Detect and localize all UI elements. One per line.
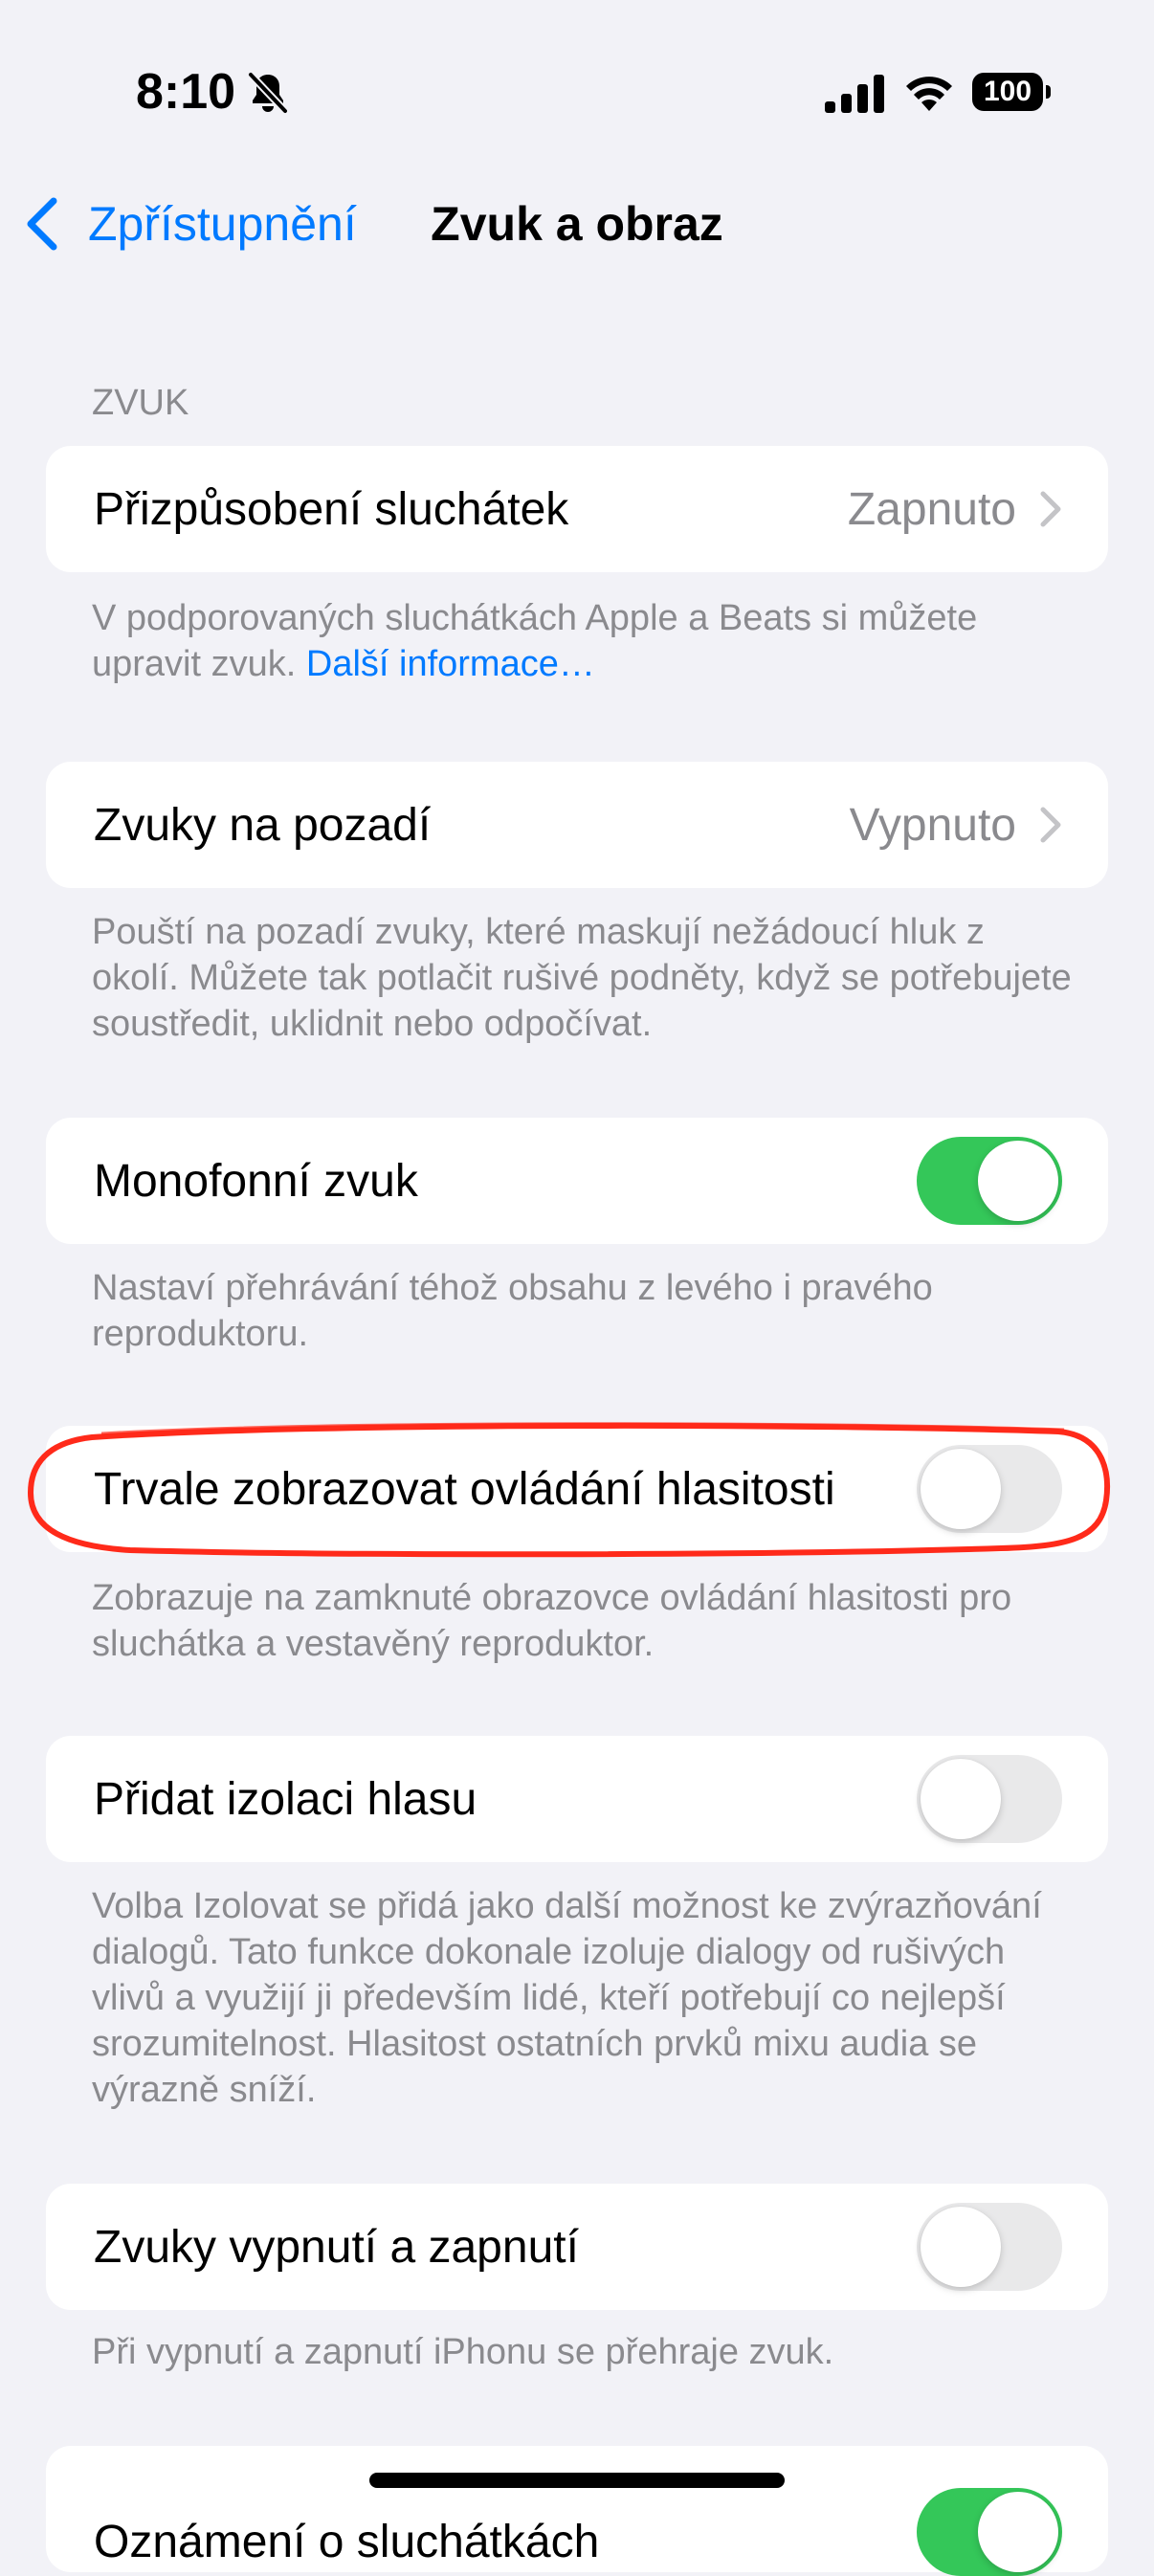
toggle-knob [978, 2492, 1058, 2572]
background-sounds-footer: Pouští na pozadí zvuky, které maskují ne… [92, 912, 1072, 1044]
headphone-accommodations-value: Zapnuto [847, 483, 1016, 535]
voice-isolation-toggle[interactable] [917, 1755, 1062, 1843]
background-sounds-value: Vypnuto [849, 799, 1016, 851]
battery-icon: 100 [972, 73, 1051, 111]
voice-isolation-footer: Volba Izolovat se přidá jako další možno… [92, 1886, 1042, 2110]
voice-isolation-row: Přidat izolaci hlasu [46, 1736, 1108, 1862]
headphone-notifications-row: Oznámení o sluchátkách [46, 2446, 1108, 2576]
home-indicator[interactable] [369, 2473, 785, 2488]
background-sounds-row[interactable]: Zvuky na pozadí Vypnuto [46, 762, 1108, 888]
headphone-notifications-label: Oznámení o sluchátkách [94, 2516, 600, 2567]
background-sounds-label: Zvuky na pozadí [94, 799, 432, 851]
cellular-signal-icon [825, 75, 884, 113]
toggle-knob [978, 1141, 1058, 1221]
section-header: ZVUK [92, 383, 189, 423]
power-sounds-footer: Při vypnutí a zapnutí iPhonu se přehraje… [92, 2332, 834, 2372]
volume-control-toggle[interactable] [917, 1445, 1062, 1533]
mono-audio-row: Monofonní zvuk [46, 1118, 1108, 1244]
toggle-knob [921, 2207, 1001, 2287]
chevron-right-icon [1040, 807, 1061, 843]
status-time: 8:10 [136, 64, 236, 120]
status-bar: 8:10 100 [0, 0, 1154, 182]
power-sounds-toggle[interactable] [917, 2203, 1062, 2291]
voice-isolation-label: Přidat izolaci hlasu [94, 1773, 477, 1825]
mono-audio-toggle[interactable] [917, 1137, 1062, 1225]
headphone-accommodations-row[interactable]: Přizpůsobení sluchátek Zapnuto [46, 446, 1108, 572]
toggle-knob [921, 1759, 1001, 1839]
volume-control-footer: Zobrazuje na zamknuté obrazovce ovládání… [92, 1578, 1012, 1664]
page-title-text: Zvuk a obraz [431, 197, 723, 251]
power-sounds-label: Zvuky vypnutí a zapnutí [94, 2221, 579, 2273]
headphone-accommodations-label: Přizpůsobení sluchátek [94, 483, 569, 535]
power-sounds-row: Zvuky vypnutí a zapnutí [46, 2184, 1108, 2310]
back-button-label: Zpřístupnění [88, 197, 357, 251]
volume-control-row: Trvale zobrazovat ovládání hlasitosti [46, 1426, 1108, 1552]
more-info-link[interactable]: Další informace… [306, 644, 595, 684]
bell-slash-icon [248, 72, 288, 114]
battery-level: 100 [972, 73, 1043, 111]
battery-cap [1046, 85, 1051, 99]
headphone-accommodations-footer: V podporovaných sluchátkách Apple a Beat… [92, 595, 1077, 687]
mono-audio-label: Monofonní zvuk [94, 1155, 418, 1207]
mono-audio-footer: Nastaví přehrávání téhož obsahu z levého… [92, 1268, 933, 1354]
volume-control-label: Trvale zobrazovat ovládání hlasitosti [94, 1463, 835, 1515]
back-button[interactable]: Zpřístupnění [23, 189, 357, 258]
chevron-right-icon [1040, 491, 1061, 527]
toggle-knob [921, 1449, 1001, 1529]
wifi-icon [906, 77, 952, 111]
headphone-notifications-toggle[interactable] [917, 2488, 1062, 2576]
chevron-left-icon [27, 197, 57, 251]
